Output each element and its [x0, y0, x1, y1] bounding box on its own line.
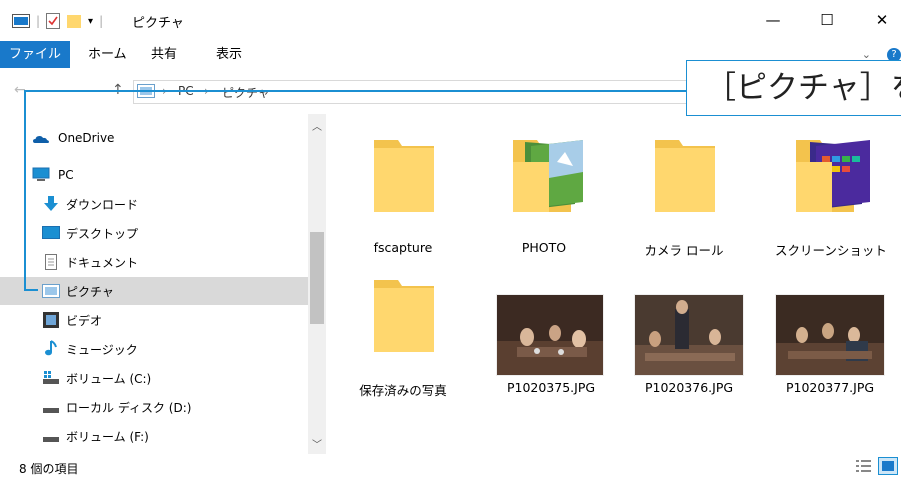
toolbar-divider-2: |: [99, 14, 104, 28]
file-tile-jpg-2[interactable]: P1020376.JPG: [624, 268, 754, 398]
drive-c-icon: [43, 371, 59, 384]
video-icon: [43, 312, 59, 328]
tab-home[interactable]: ホーム: [88, 41, 127, 68]
image-thumbnail: [775, 294, 885, 376]
window-title: ピクチャ: [132, 16, 184, 31]
tab-file[interactable]: ファイル: [0, 41, 70, 68]
drive-d-icon: [43, 408, 59, 413]
pictures-icon: [42, 284, 60, 298]
scrollbar-thumb[interactable]: [310, 232, 324, 324]
quick-access-toolbar: | ▾ |: [12, 13, 103, 29]
details-view-icon[interactable]: [854, 457, 874, 475]
nav-item-drive-c[interactable]: ボリューム (C:): [0, 364, 308, 392]
large-icons-view-icon[interactable]: [878, 457, 898, 475]
screenshot-folder-icon: [796, 140, 870, 212]
callout-leader-line: [24, 90, 686, 92]
nav-label-onedrive: OneDrive: [58, 131, 115, 145]
nav-label-pictures: ピクチャ: [66, 284, 114, 299]
image-thumbnail: [634, 294, 744, 376]
file-name: スクリーンショット: [775, 243, 887, 258]
properties-icon[interactable]: [46, 13, 61, 29]
tab-view[interactable]: 表示: [216, 41, 242, 68]
nav-label-drive-c: ボリューム (C:): [66, 371, 152, 386]
document-icon: [45, 254, 57, 270]
nav-item-drive-f[interactable]: ボリューム (F:): [0, 422, 308, 450]
title-bar: | ▾ | ピクチャ — ☐ ✕: [0, 0, 901, 40]
customize-toolbar-icon[interactable]: ▾: [88, 16, 93, 27]
explorer-window-icon[interactable]: [12, 14, 30, 28]
nav-item-desktop[interactable]: デスクトップ: [0, 219, 308, 247]
file-name: PHOTO: [521, 240, 567, 255]
status-bar: [0, 454, 901, 480]
nav-label-videos: ビデオ: [66, 313, 103, 328]
onedrive-icon: [33, 136, 49, 143]
nav-label-music: ミュージック: [66, 342, 138, 357]
nav-item-drive-d[interactable]: ローカル ディスク (D:): [0, 393, 308, 421]
nav-item-music[interactable]: ミュージック: [0, 335, 308, 363]
file-name: カメラ ロール: [644, 243, 724, 258]
nav-item-pc[interactable]: PC: [0, 161, 308, 189]
new-folder-icon[interactable]: [66, 13, 82, 29]
breadcrumb-pictures[interactable]: ピクチャ: [222, 84, 270, 101]
nav-label-desktop: デスクトップ: [66, 226, 139, 241]
file-tile-screenshots[interactable]: スクリーンショット: [766, 128, 896, 258]
address-box[interactable]: [133, 80, 695, 104]
file-tile-fscapture[interactable]: fscapture: [338, 128, 468, 258]
callout-leader-line-vertical: [24, 90, 26, 291]
nav-item-onedrive[interactable]: OneDrive: [0, 124, 308, 152]
maximize-button[interactable]: ☐: [817, 10, 837, 30]
nav-item-videos[interactable]: ビデオ: [0, 306, 308, 334]
file-tile-saved-pictures[interactable]: 保存済みの写真: [338, 268, 468, 398]
image-thumbnail: [496, 294, 604, 376]
drive-f-icon: [43, 437, 59, 442]
nav-label-pc: PC: [58, 168, 74, 182]
nav-label-drive-f: ボリューム (F:): [66, 429, 149, 444]
file-name: 保存済みの写真: [359, 383, 447, 398]
nav-item-downloads[interactable]: ダウンロード: [0, 190, 308, 218]
tab-share[interactable]: 共有: [151, 41, 177, 68]
minimize-button[interactable]: —: [763, 10, 783, 30]
nav-label-documents: ドキュメント: [66, 255, 139, 270]
file-name: P1020377.JPG: [785, 380, 875, 395]
pc-icon: [32, 167, 50, 181]
scroll-down-icon[interactable]: ﹀: [308, 436, 326, 451]
item-count: 8 個の項目: [19, 462, 79, 476]
file-name: P1020375.JPG: [506, 380, 596, 395]
file-name: fscapture: [373, 240, 433, 255]
file-name: P1020376.JPG: [644, 380, 734, 395]
nav-label-downloads: ダウンロード: [66, 197, 139, 212]
file-tile-photo[interactable]: PHOTO: [479, 128, 609, 258]
desktop-icon: [42, 226, 60, 239]
nav-label-drive-d: ローカル ディスク (D:): [66, 400, 192, 415]
folder-icon: [655, 140, 715, 212]
music-icon: [45, 340, 57, 356]
scroll-up-icon[interactable]: ︿: [308, 118, 326, 133]
photo-folder-icon: [513, 140, 583, 212]
toolbar-divider: |: [36, 14, 41, 28]
callout-leader-tip: [24, 289, 38, 291]
instruction-callout: ［ピクチャ］を: [686, 60, 901, 116]
close-button[interactable]: ✕: [872, 10, 892, 30]
nav-scrollbar[interactable]: ︿ ﹀: [308, 114, 326, 454]
download-icon: [44, 196, 58, 211]
nav-item-pictures[interactable]: ピクチャ: [0, 277, 308, 305]
nav-item-documents[interactable]: ドキュメント: [0, 248, 308, 276]
navigation-pane: OneDrive PC ダウンロード デスクトップ ドキュメント ピクチャ ビデ…: [0, 114, 326, 454]
file-tile-camera-roll[interactable]: カメラ ロール: [619, 128, 749, 258]
file-tile-jpg-1[interactable]: P1020375.JPG: [486, 268, 616, 398]
folder-icon: [374, 140, 434, 212]
file-tile-jpg-3[interactable]: P1020377.JPG: [765, 268, 895, 398]
folder-icon: [374, 280, 434, 352]
